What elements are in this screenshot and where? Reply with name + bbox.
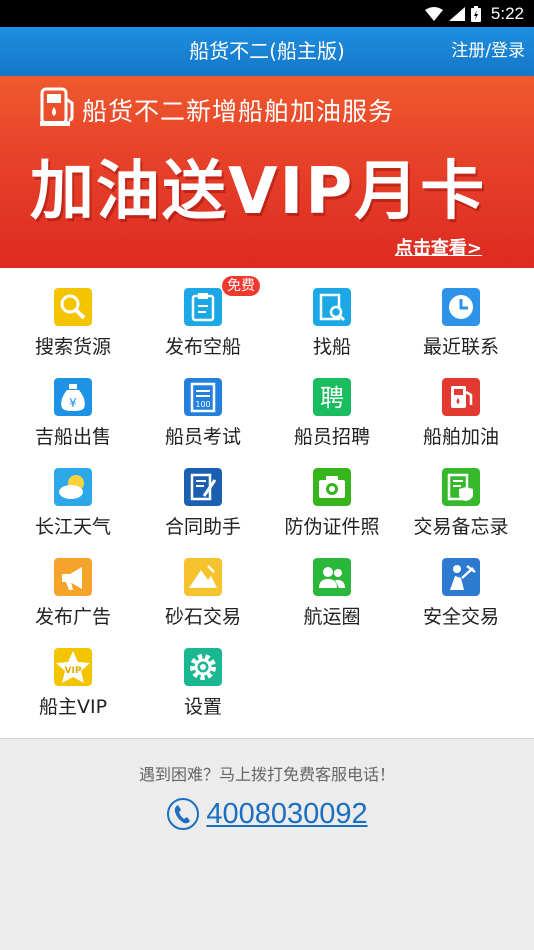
banner-headline: 加油送VIP月卡 [30,155,487,229]
grid-item-fuel-pump[interactable]: 船舶加油 [396,358,526,448]
grid-item-label: 船员招聘 [293,426,370,448]
grid-item-label: 交易备忘录 [413,516,509,538]
grid-item-search[interactable]: 搜索货源 [8,268,138,358]
contract-icon [184,468,222,506]
grid-item-exam-paper[interactable]: 100 船员考试 [138,358,268,448]
safe-trade-icon [442,558,480,596]
fuel-pump-icon [442,378,480,416]
grid-item-label: 砂石交易 [164,606,241,628]
grid-item-vip-star[interactable]: VIP 船主VIP [8,628,138,718]
grid-item-recruit[interactable]: 聘船员招聘 [267,358,397,448]
grid-item-weather[interactable]: 长江天气 [8,448,138,538]
svg-text:VIP: VIP [65,666,82,676]
fuel-pump-icon [40,87,74,126]
vip-star-icon: VIP [54,648,92,686]
svg-text:¥: ¥ [69,396,77,410]
grid-item-label: 航运圈 [303,606,361,628]
contacts-icon [313,558,351,596]
grid-item-label: 最近联系 [422,336,499,358]
grid-item-sand[interactable]: 砂石交易 [138,538,268,628]
grid-item-label: 船舶加油 [422,426,499,448]
money-bag-icon: ¥ [54,378,92,416]
grid-item-money-bag[interactable]: ¥ 吉船出售 [8,358,138,448]
grid-item-label: 发布空船 [164,336,241,358]
grid-item-gear[interactable]: 设置 [138,628,268,718]
support-phone-number[interactable]: 4008030092 [206,798,367,831]
grid-item-clock[interactable]: 最近联系 [396,268,526,358]
phone-row[interactable]: 4008030092 [0,797,534,831]
memo-shield-icon [442,468,480,506]
battery-icon [470,6,481,22]
grid-item-label: 长江天气 [34,516,111,538]
grid-item-contract[interactable]: 合同助手 [138,448,268,538]
function-grid: 搜索货源 发布空船 免费 找船 最近联系 ¥ 吉船出售 100 船员考试聘船员招聘 船舶加油 长江天… [0,268,534,738]
grid-item-memo-shield[interactable]: 交易备忘录 [396,448,526,538]
grid-item-safe-trade[interactable]: 安全交易 [396,538,526,628]
exam-paper-icon: 100 [184,378,222,416]
wifi-icon [424,7,443,21]
grid-item-megaphone[interactable]: 发布广告 [8,538,138,628]
support-footer: 遇到困难？马上拨打免费客服电话！ 4008030092 [0,738,534,950]
sand-icon [184,558,222,596]
svg-text:聘: 聘 [320,384,344,412]
support-hint: 遇到困难？马上拨打免费客服电话！ [138,765,395,784]
grid-item-contacts[interactable]: 航运圈 [267,538,397,628]
grid-item-camera[interactable]: 防伪证件照 [267,448,397,538]
grid-item-label: 找船 [312,336,351,358]
status-bar: 5:22 [0,0,534,27]
clock-icon [442,288,480,326]
app-header: 船货不二(船主版) 注册/登录 [0,27,534,76]
grid-item-label: 搜索货源 [34,336,111,358]
signal-icon [448,7,465,21]
megaphone-icon [54,558,92,596]
document-search-icon [313,288,351,326]
svg-text:100: 100 [195,400,210,409]
camera-icon [313,468,351,506]
clipboard-icon [184,288,222,326]
free-badge: 免费 [222,276,260,296]
promo-banner[interactable]: 船货不二新增船舶加油服务 加油送VIP月卡 点击查看> [0,76,534,268]
grid-item-label: 船员考试 [164,426,241,448]
grid-item-label: 安全交易 [422,606,499,628]
banner-more-link[interactable]: 点击查看> [395,234,482,260]
grid-item-label: 合同助手 [164,516,241,538]
weather-icon [54,468,92,506]
grid-item-document-search[interactable]: 找船 [267,268,397,358]
phone-icon [167,798,200,830]
grid-item-label: 设置 [183,696,222,718]
banner-subline: 船货不二新增船舶加油服务 [82,97,395,126]
clock-time: 5:22 [490,4,524,23]
recruit-icon: 聘 [313,378,351,416]
gear-icon [184,648,222,686]
search-icon [54,288,92,326]
grid-item-clipboard[interactable]: 发布空船 免费 [138,268,268,358]
grid-item-label: 发布广告 [34,606,111,628]
register-login-link[interactable]: 注册/登录 [451,27,525,76]
grid-item-label: 船主VIP [38,696,108,718]
grid-item-label: 吉船出售 [34,426,111,448]
grid-item-label: 防伪证件照 [284,516,380,538]
